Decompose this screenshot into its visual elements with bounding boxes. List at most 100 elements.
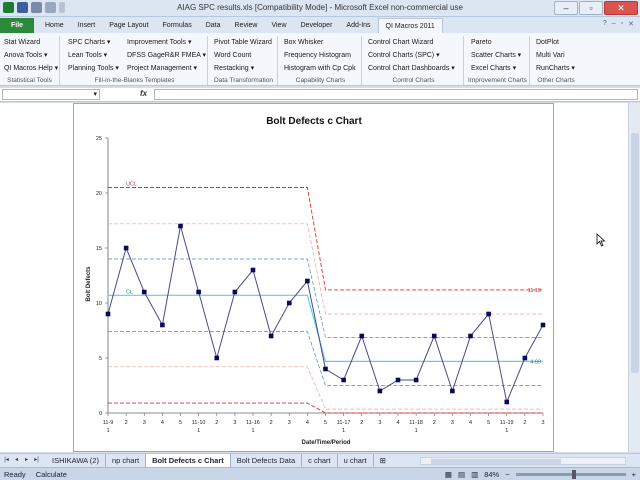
chart-area[interactable]: Bolt Defects c Chart Bolt Defects Date/T…	[73, 103, 554, 452]
data-point	[178, 223, 183, 229]
sheet-tab-c-chart[interactable]: c chart	[302, 454, 338, 467]
group-label: Improvement Charts	[468, 77, 527, 84]
restacking-button[interactable]: Restacking ▾	[213, 62, 272, 75]
group-label: Statistical Tools	[7, 77, 52, 84]
sheet-tab-bolt-defects-data[interactable]: Bolt Defects Data	[231, 454, 303, 467]
close-workbook-icon[interactable]: ✕	[628, 20, 634, 28]
tab-developer[interactable]: Developer	[294, 18, 340, 33]
data-point	[141, 289, 147, 295]
name-box[interactable]: ▾	[2, 89, 100, 100]
tab-page-layout[interactable]: Page Layout	[102, 18, 155, 33]
zoom-slider-knob[interactable]	[571, 470, 576, 479]
x-tick-label: 1	[106, 428, 109, 434]
minimize-button[interactable]: –	[554, 1, 578, 15]
frequency-histogram-button[interactable]: Frequency Histogram	[283, 49, 356, 62]
tab-review[interactable]: Review	[228, 18, 265, 33]
insert-sheet-icon[interactable]: ⊞	[374, 454, 392, 467]
spc-charts-button[interactable]: SPC Charts ▾	[67, 36, 119, 49]
anova-tools-button[interactable]: Anova Tools ▾	[3, 49, 58, 62]
x-tick-label: 4	[161, 420, 164, 426]
x-tick-label: 3	[451, 420, 454, 426]
control-chart-dashboards-button[interactable]: Control Chart Dashboards ▾	[367, 62, 455, 75]
data-point	[341, 377, 346, 383]
control-line-ucl	[108, 187, 543, 291]
maximize-button[interactable]: ▫	[579, 1, 603, 15]
group-fill-in-blanks: SPC Charts ▾ Lean Tools ▾ Planning Tools…	[62, 36, 208, 85]
y-tick-label: 0	[99, 411, 102, 417]
zoom-slider[interactable]	[515, 470, 626, 479]
improvement-tools-button[interactable]: Improvement Tools ▾	[126, 36, 206, 49]
restore-icon[interactable]: ▫	[621, 20, 623, 28]
cl-label: CL	[126, 289, 133, 295]
x-tick-label: 2	[125, 420, 128, 426]
scroll-thumb[interactable]	[631, 133, 639, 373]
project-management-button[interactable]: Project Management ▾	[126, 62, 206, 75]
scroll-thumb[interactable]	[431, 459, 561, 464]
control-charts-spc-button[interactable]: Control Charts (SPC) ▾	[367, 49, 455, 62]
qi-macros-help-button[interactable]: QI Macros Help ▾	[3, 62, 58, 75]
scatter-charts-button[interactable]: Scatter Charts ▾	[470, 49, 521, 62]
formula-input[interactable]	[154, 89, 638, 100]
pivot-table-wizard-button[interactable]: Pivot Table Wizard	[213, 36, 272, 49]
tab-insert[interactable]: Insert	[71, 18, 103, 33]
next-sheet-icon[interactable]: ▸	[22, 456, 31, 465]
chevron-down-icon[interactable]: ▾	[93, 90, 97, 98]
normal-view-icon[interactable]: ▦	[445, 470, 452, 479]
tab-file[interactable]: File	[0, 18, 34, 33]
prev-sheet-icon[interactable]: ◂	[12, 456, 21, 465]
zoom-level[interactable]: 84%	[484, 470, 499, 479]
mouse-cursor-icon	[596, 233, 606, 247]
x-tick-label: 4	[306, 420, 309, 426]
zoom-in-button[interactable]: +	[632, 470, 636, 479]
tab-add-ins[interactable]: Add-Ins	[339, 18, 377, 33]
data-point	[286, 300, 292, 306]
tab-formulas[interactable]: Formulas	[156, 18, 199, 33]
data-point	[522, 355, 528, 361]
sheet-tab-np-chart[interactable]: np chart	[106, 454, 147, 467]
sheet-tab-bolt-defects-c-chart[interactable]: Bolt Defects c Chart	[146, 454, 231, 467]
pareto-button[interactable]: Pareto	[470, 36, 521, 49]
planning-tools-button[interactable]: Planning Tools ▾	[67, 62, 119, 75]
y-tick-label: 10	[96, 301, 102, 307]
data-point	[250, 267, 256, 273]
ucl-label: UCL	[126, 182, 137, 188]
dfss-gage-fmea-button[interactable]: DFSS GageR&R FMEA ▾	[126, 49, 206, 62]
tab-home[interactable]: Home	[38, 18, 71, 33]
stat-wizard-button[interactable]: Stat Wizard	[3, 36, 58, 49]
page-layout-view-icon[interactable]: ▤	[458, 470, 465, 479]
x-tick-label: 1	[197, 428, 200, 434]
data-point	[504, 399, 510, 405]
runcharts-button[interactable]: RunCharts ▾	[535, 62, 575, 75]
insert-function-icon[interactable]: fx	[140, 89, 147, 98]
control-line-sigma1-lower	[108, 331, 543, 386]
x-tick-label: 1	[251, 428, 254, 434]
first-sheet-icon[interactable]: |◂	[2, 456, 11, 465]
box-whisker-button[interactable]: Box Whisker	[283, 36, 356, 49]
sheet-tab-ishikawa[interactable]: ISHIKAWA (2)	[46, 454, 106, 467]
histogram-cp-cpk-button[interactable]: Histogram with Cp Cpk	[283, 62, 356, 75]
control-chart-wizard-button[interactable]: Control Chart Wizard	[367, 36, 455, 49]
status-calculate[interactable]: Calculate	[36, 470, 67, 479]
minimize-ribbon-icon[interactable]: –	[612, 20, 616, 28]
multi-vari-button[interactable]: Multi Vari	[535, 49, 575, 62]
tab-view[interactable]: View	[264, 18, 293, 33]
word-count-button[interactable]: Word Count	[213, 49, 272, 62]
sheet-tab-u-chart[interactable]: u chart	[338, 454, 374, 467]
page-break-view-icon[interactable]: ▥	[471, 470, 478, 479]
tab-qi-macros[interactable]: QI Macros 2011	[377, 18, 443, 33]
close-button[interactable]: ✕	[604, 1, 638, 15]
zoom-out-button[interactable]: −	[505, 470, 509, 479]
group-statistical-tools: Stat Wizard Anova Tools ▾ QI Macros Help…	[0, 36, 60, 85]
help-icon[interactable]: ?	[603, 20, 607, 28]
dotplot-button[interactable]: DotPlot	[535, 36, 575, 49]
c-chart[interactable]: Bolt Defects c Chart Bolt Defects Date/T…	[74, 104, 553, 451]
x-tick-label: 1	[415, 428, 418, 434]
last-sheet-icon[interactable]: ▸|	[32, 456, 41, 465]
x-tick-label: 5	[487, 420, 490, 426]
horizontal-scrollbar[interactable]	[420, 457, 626, 465]
vertical-scrollbar[interactable]	[628, 103, 640, 452]
lean-tools-button[interactable]: Lean Tools ▾	[67, 49, 119, 62]
tab-data[interactable]: Data	[199, 18, 228, 33]
excel-charts-button[interactable]: Excel Charts ▾	[470, 62, 521, 75]
group-label: Capability Charts	[295, 77, 346, 84]
